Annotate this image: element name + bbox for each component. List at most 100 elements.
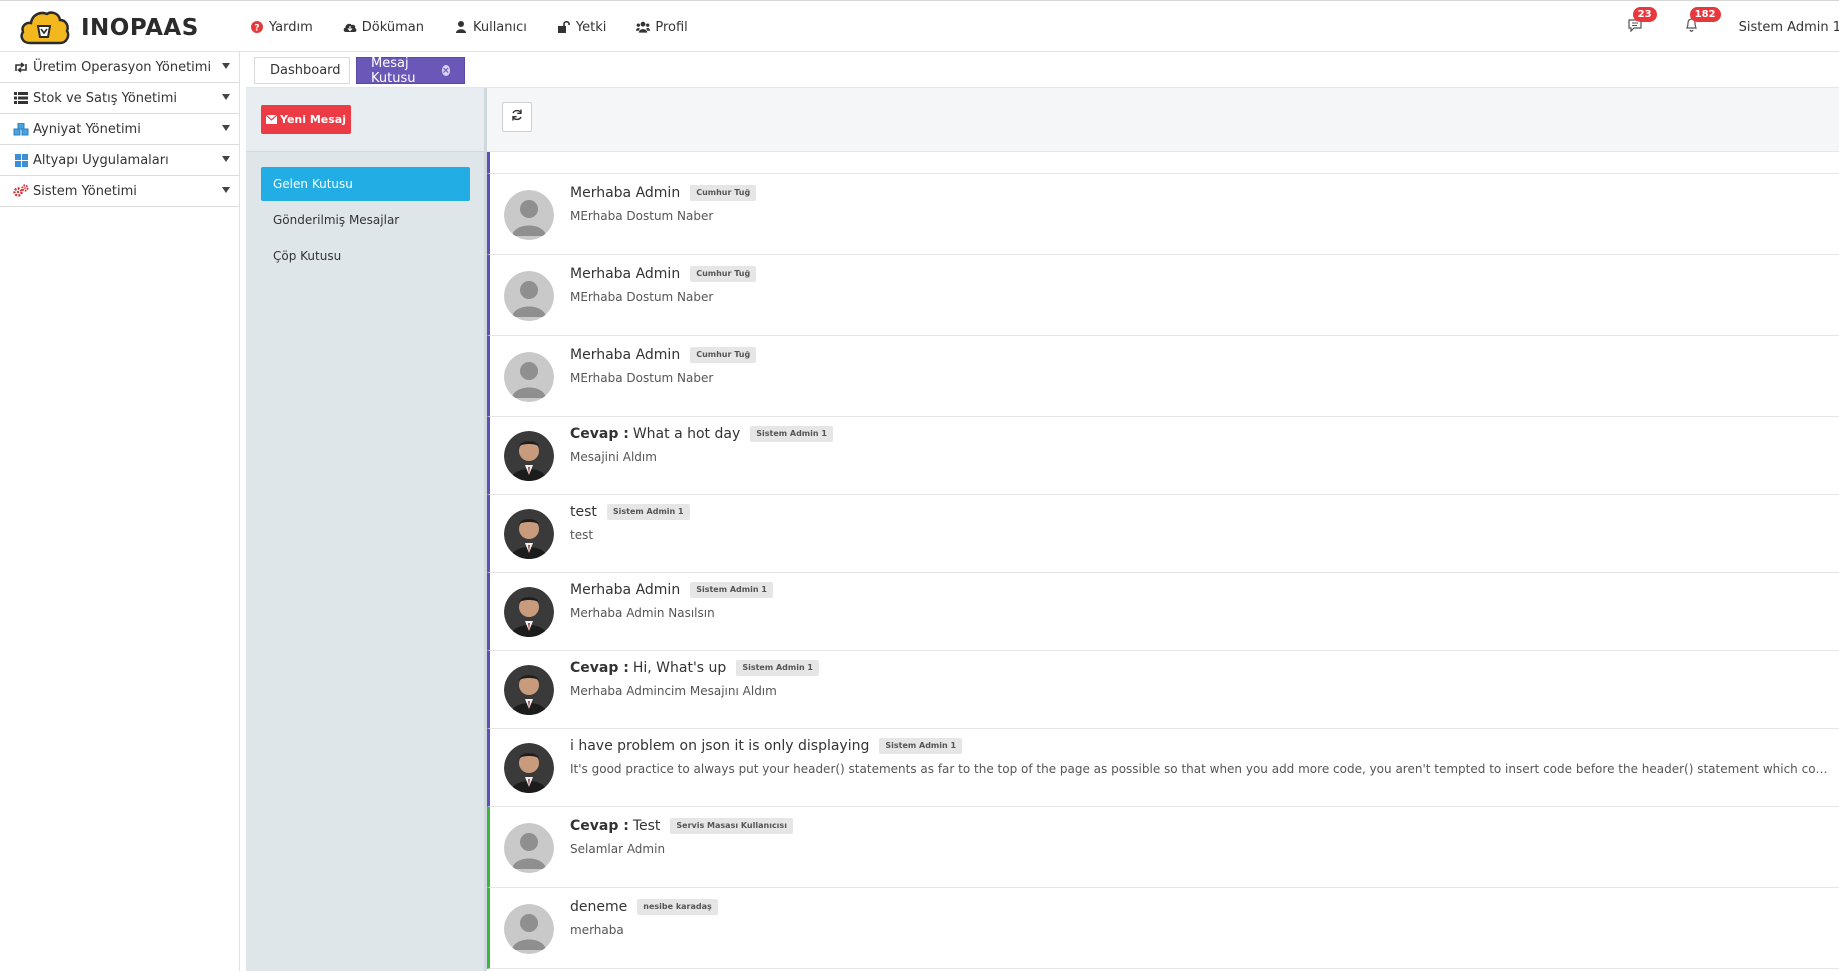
sidebar-item-uretim[interactable]: Üretim Operasyon Yönetimi (0, 52, 239, 83)
message-subject: Merhaba Admin (570, 266, 681, 282)
message-toolbar (487, 88, 1839, 152)
message-title: Merhaba Admin Cumhur Tuğ (570, 185, 757, 201)
sidebar-item-altyapi[interactable]: Altyapı Uygulamaları (0, 145, 239, 176)
sender-badge: Cumhur Tuğ (690, 347, 757, 363)
user-photo-avatar (504, 431, 554, 481)
sender-badge: nesibe karadaş (637, 899, 718, 915)
caret-down-icon (222, 63, 230, 69)
user-menu[interactable]: Sistem Admin 1 (1739, 20, 1839, 35)
close-tab-icon[interactable]: × (441, 65, 450, 76)
unlock-icon (557, 20, 571, 34)
nav-profil[interactable]: Profil (636, 19, 688, 35)
refresh-icon (511, 109, 523, 125)
message-item[interactable]: Merhaba Admin Cumhur Tuğ MErhaba Dostum Na… (487, 174, 1839, 255)
message-item[interactable]: deneme nesibe karadaş merhaba (487, 888, 1839, 969)
sender-badge: Sistem Admin 1 (750, 426, 833, 442)
nav-kullanici[interactable]: Kullanıcı (454, 20, 527, 35)
default-user-avatar (504, 352, 554, 402)
messages-notification[interactable]: 23 (1625, 7, 1657, 37)
message-preview: Mesajini Aldım (570, 450, 657, 464)
sidebar-item-label: Stok ve Satış Yönetimi (33, 90, 178, 106)
message-item[interactable]: Cevap : Test Servis Masası Kullanıcısı Sela… (487, 807, 1839, 888)
user-photo-avatar (504, 665, 554, 715)
tab-label: Mesaj Kutusu (371, 55, 416, 86)
default-user-avatar (504, 271, 554, 321)
message-item[interactable]: test Sistem Admin 1 test (487, 495, 1839, 573)
mailbox: Yeni Mesaj Gelen Kutusu Gönderilmiş Mesa… (246, 88, 1839, 971)
caret-down-icon (222, 187, 230, 193)
sidebar-item-sistem[interactable]: Sistem Yönetimi (0, 176, 239, 207)
cogs-icon (13, 184, 29, 198)
message-item[interactable]: i have problem on json it is only displa… (487, 729, 1839, 807)
message-preview: MErhaba Dostum Naber (570, 290, 714, 304)
nav-dokuman[interactable]: Döküman (343, 20, 424, 35)
message-preview: MErhaba Dostum Naber (570, 209, 714, 223)
message-title: Merhaba Admin Cumhur Tuğ (570, 266, 757, 282)
folder-list: Gelen Kutusu Gönderilmiş Mesajlar Çöp Ku… (261, 167, 470, 275)
message-preview: test (570, 528, 594, 542)
tab-bar: Dashboard Mesaj Kutusu × (246, 52, 1839, 88)
main-content: Dashboard Mesaj Kutusu × Yeni Mesaj Gele… (246, 52, 1839, 971)
retweet-icon (13, 60, 29, 74)
message-subject: Test (632, 818, 661, 834)
user-photo-avatar (504, 509, 554, 559)
nav-label: Yetki (575, 19, 607, 35)
folder-gelen-kutusu[interactable]: Gelen Kutusu (261, 167, 470, 201)
message-item[interactable]: Merhaba Admin Cumhur Tuğ MErhaba Dostum Na… (487, 336, 1839, 417)
users-icon (636, 20, 651, 34)
list-icon (13, 91, 29, 105)
folder-cop-kutusu[interactable]: Çöp Kutusu (261, 239, 470, 273)
refresh-button[interactable] (502, 102, 532, 132)
cubes-icon (13, 122, 29, 136)
top-navbar: INOPAAS ? Yardım Döküman Kullanıcı Yetki (0, 0, 1839, 52)
message-title: deneme nesibe karadaş (570, 899, 718, 915)
message-item[interactable]: Cevap : Hi, What's up Sistem Admin 1 Merhab… (487, 651, 1839, 729)
logo[interactable]: INOPAAS (18, 8, 199, 48)
alerts-notification[interactable]: 182 (1682, 7, 1721, 37)
message-item[interactable]: Merhaba Admin Cumhur Tuğ MErhaba Dostum Na… (487, 255, 1839, 336)
nav-label: Kullanıcı (472, 19, 527, 35)
user-photo-avatar (504, 743, 554, 793)
nav-label: Profil (655, 19, 688, 35)
messages-count-badge: 23 (1632, 7, 1657, 22)
folder-gonderilmis[interactable]: Gönderilmiş Mesajlar (261, 203, 470, 237)
tab-label: Dashboard (270, 63, 341, 78)
message-subject: Merhaba Admin (570, 185, 681, 201)
caret-down-icon (222, 94, 230, 100)
reply-prefix: Cevap : (570, 818, 629, 834)
message-subject: Merhaba Admin (570, 347, 681, 363)
message-subject: Hi, What's up (632, 660, 727, 676)
message-preview: Selamlar Admin (570, 842, 666, 856)
nav-yetki[interactable]: Yetki (557, 20, 606, 35)
cloud-download-icon (343, 20, 357, 34)
sidebar-item-ayniyat[interactable]: Ayniyat Yönetimi (0, 114, 239, 145)
message-title: Merhaba Admin Sistem Admin 1 (570, 582, 773, 598)
message-preview: merhaba (570, 923, 624, 937)
new-message-button[interactable]: Yeni Mesaj (261, 105, 351, 134)
app-name: INOPAAS (81, 15, 199, 41)
message-item[interactable]: Merhaba Admin Sistem Admin 1 Merhaba Admin… (487, 573, 1839, 651)
tab-dashboard[interactable]: Dashboard (254, 57, 350, 84)
mailbox-folders-pane: Yeni Mesaj Gelen Kutusu Gönderilmiş Mesa… (246, 88, 487, 971)
nav-yardim[interactable]: ? Yardım (250, 20, 313, 35)
message-subject: deneme (570, 899, 628, 915)
message-title: Cevap : What a hot day Sistem Admin 1 (570, 426, 833, 442)
envelope-icon (266, 115, 277, 124)
message-item[interactable]: Cevap : What a hot day Sistem Admin 1 Mesaj… (487, 417, 1839, 495)
nav-label: Yardım (269, 19, 313, 35)
reply-prefix: Cevap : (570, 660, 629, 676)
sender-badge: Sistem Admin 1 (736, 660, 819, 676)
new-message-label: Yeni Mesaj (280, 113, 346, 126)
message-title: Merhaba Admin Cumhur Tuğ (570, 347, 757, 363)
message-subject: What a hot day (632, 426, 741, 442)
message-title: Cevap : Hi, What's up Sistem Admin 1 (570, 660, 819, 676)
sidebar-item-stok[interactable]: Stok ve Satış Yönetimi (0, 83, 239, 114)
tab-mesaj-kutusu[interactable]: Mesaj Kutusu × (356, 55, 465, 86)
message-preview: Merhaba Admin Nasılsın (570, 606, 715, 620)
cloud-logo-icon (20, 11, 70, 45)
message-item[interactable] (487, 152, 1839, 174)
sender-badge: Sistem Admin 1 (879, 738, 963, 754)
default-user-avatar (504, 904, 554, 954)
default-user-avatar (504, 190, 554, 240)
message-title: Cevap : Test Servis Masası Kullanıcısı (570, 818, 793, 834)
